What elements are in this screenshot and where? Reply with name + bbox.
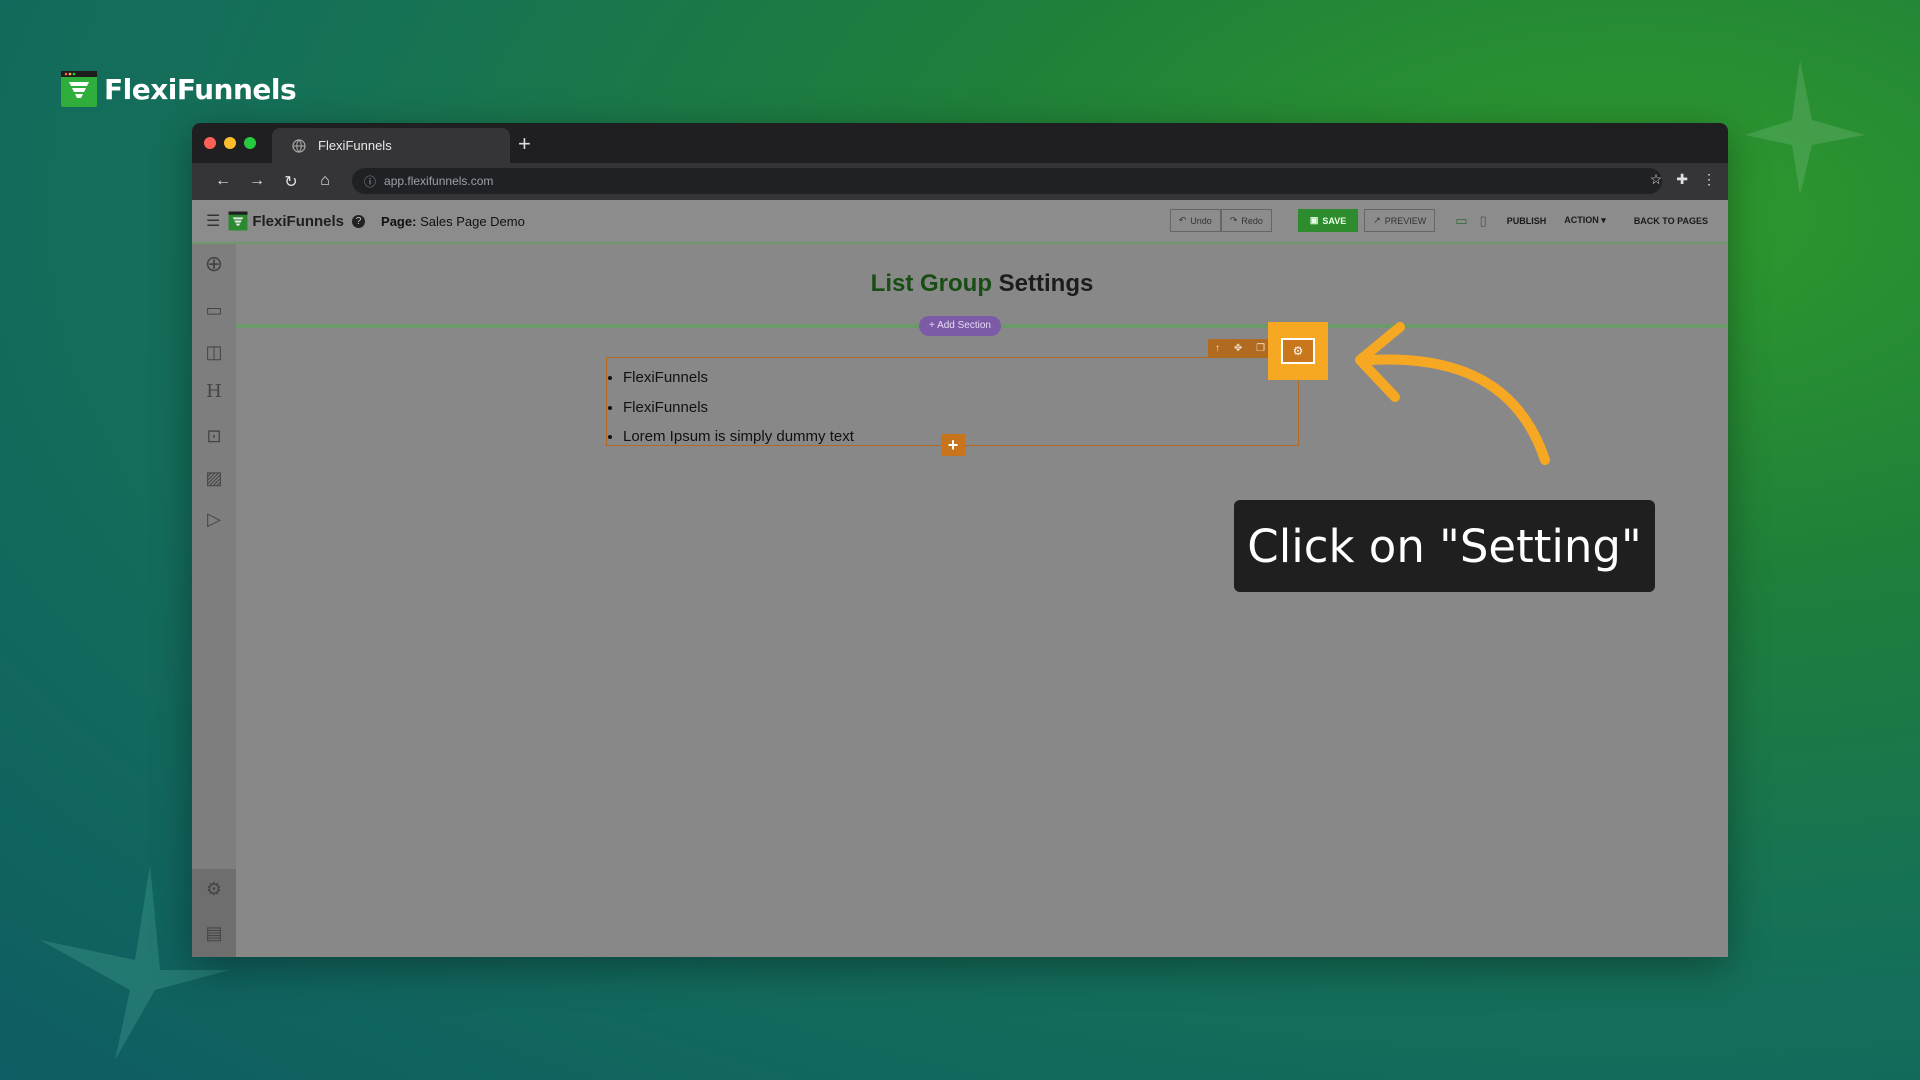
heading-highlight: List Group (870, 270, 992, 297)
new-tab-button[interactable]: + (518, 131, 531, 157)
funnel-logo-icon (228, 211, 248, 231)
add-element-button[interactable]: + (941, 434, 965, 456)
preview-label: PREVIEW (1384, 215, 1427, 226)
save-label: SAVE (1322, 215, 1347, 226)
redo-button[interactable]: ↷ Redo (1220, 209, 1272, 232)
preview-monitor-icon[interactable]: ▤ (202, 921, 226, 945)
external-link-icon: ↗ (1373, 215, 1381, 225)
app-logo-text: FlexiFunnels (252, 212, 345, 230)
publish-button[interactable]: PUBLISH (1507, 216, 1547, 226)
browser-tab[interactable]: FlexiFunnels (272, 128, 510, 163)
browser-menu-icon[interactable]: ⋮ (1702, 171, 1716, 188)
site-info-icon[interactable]: ⓘ (364, 173, 376, 190)
brand-logo: FlexiFunnels (60, 70, 297, 108)
columns-icon[interactable]: ◫ (202, 340, 226, 364)
save-disk-icon: ▣ (1309, 215, 1319, 225)
brand-name: FlexiFunnels (104, 72, 297, 106)
maximize-window-button[interactable] (244, 137, 256, 149)
video-icon[interactable]: ▷ (202, 507, 226, 531)
settings-highlight[interactable]: ⚙ (1268, 322, 1328, 380)
browser-toolbar: ← → ↻ ⌂ ⓘ app.flexifunnels.com ☆ ✚ ⋮ (192, 163, 1728, 200)
app-logo[interactable]: FlexiFunnels ? (228, 211, 366, 231)
text-icon[interactable]: ⊡ (202, 424, 226, 448)
list-item[interactable]: FlexiFunnels (623, 363, 1298, 393)
undo-label: Undo (1190, 215, 1212, 226)
undo-button[interactable]: ↶ Undo (1169, 209, 1221, 232)
element-sidebar: ⊕ ▭ ◫ H ⊡ ▨ ▷ ⚙ ▤ (192, 244, 236, 957)
section-heading[interactable]: List Group Settings (236, 270, 1728, 298)
heading-icon[interactable]: H (202, 380, 226, 404)
hamburger-menu-icon[interactable]: ☰ (206, 211, 220, 231)
list-group-element[interactable]: ↑ ✥ ❐ FlexiFunnels FlexiFunnels Lorem Ip… (606, 339, 1299, 456)
tab-title: FlexiFunnels (318, 138, 392, 153)
save-button[interactable]: ▣ SAVE (1297, 209, 1359, 232)
forward-arrow-icon[interactable]: → (248, 172, 266, 192)
move-up-icon[interactable]: ↑ (1215, 343, 1220, 354)
desktop-view-icon[interactable]: ▭ (1455, 213, 1467, 229)
heading-rest: Settings (991, 270, 1094, 297)
image-icon[interactable]: ▨ (202, 466, 226, 490)
section-icon[interactable]: ▭ (202, 298, 226, 322)
list-item[interactable]: FlexiFunnels (623, 393, 1298, 423)
add-section-button[interactable]: + Add Section (919, 316, 1001, 336)
decorative-star-top-right (1745, 60, 1865, 195)
tutorial-arrow-icon (1355, 322, 1550, 465)
settings-gear-icon[interactable]: ⚙ (202, 877, 226, 901)
action-dropdown[interactable]: ACTION ▾ (1564, 215, 1606, 226)
action-label: ACTION (1564, 215, 1599, 225)
bookmark-star-icon[interactable]: ☆ (1650, 171, 1663, 188)
address-bar[interactable]: ⓘ app.flexifunnels.com (352, 168, 1662, 194)
page-indicator: Page: Sales Page Demo (381, 214, 525, 229)
home-icon[interactable]: ⌂ (316, 172, 334, 192)
window-controls (204, 137, 256, 149)
duplicate-icon[interactable]: ❐ (1256, 343, 1265, 354)
preview-button[interactable]: ↗ PREVIEW (1364, 209, 1436, 232)
page-label: Page: (381, 213, 417, 229)
page-name: Sales Page Demo (420, 213, 525, 229)
back-to-pages-button[interactable]: BACK TO PAGES (1634, 216, 1708, 226)
reload-icon[interactable]: ↻ (282, 172, 300, 192)
sidebar-bottom-panel: ⚙ ▤ (192, 869, 236, 957)
help-icon[interactable]: ? (352, 214, 366, 228)
browser-titlebar: FlexiFunnels + (192, 123, 1728, 163)
instruction-callout: Click on "Setting" (1234, 500, 1655, 592)
funnel-logo-icon (61, 71, 97, 107)
editor-toolbar: ☰ FlexiFunnels ? Page: Sales Page Demo ↶… (192, 200, 1728, 244)
globe-icon (292, 138, 306, 153)
mobile-view-icon[interactable]: ▯ (1480, 213, 1487, 229)
close-window-button[interactable] (204, 137, 216, 149)
minimize-window-button[interactable] (224, 137, 236, 149)
extensions-puzzle-icon[interactable]: ✚ (1676, 171, 1688, 188)
add-circle-icon[interactable]: ⊕ (202, 252, 226, 276)
url-text: app.flexifunnels.com (384, 174, 494, 188)
back-arrow-icon[interactable]: ← (214, 172, 232, 192)
redo-icon: ↷ (1229, 215, 1238, 225)
drag-move-icon[interactable]: ✥ (1234, 343, 1242, 354)
element-settings-gear-icon[interactable]: ⚙ (1281, 338, 1315, 364)
element-toolbar: ↑ ✥ ❐ (1208, 339, 1272, 357)
caret-down-icon: ▾ (1601, 215, 1606, 225)
redo-label: Redo (1241, 215, 1263, 226)
undo-icon: ↶ (1178, 215, 1187, 225)
